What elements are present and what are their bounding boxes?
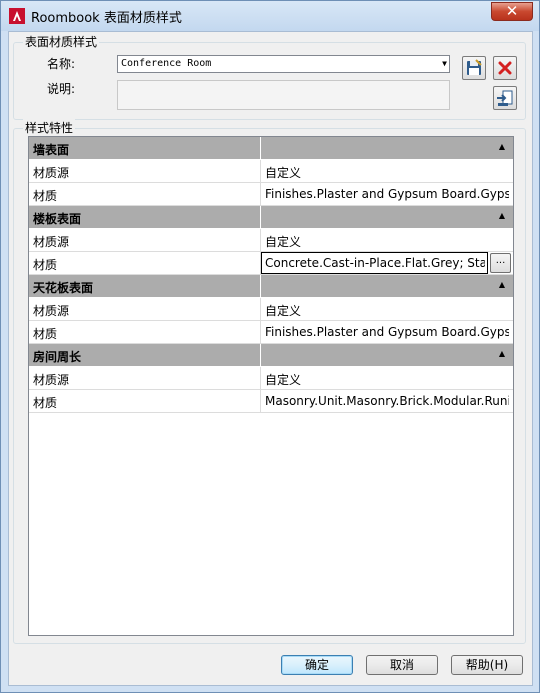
window-title: Roombook 表面材质样式 — [31, 11, 182, 26]
collapse-arrow-icon[interactable]: ▲ — [499, 142, 505, 151]
column-separator — [260, 321, 261, 343]
property-value: Concrete.Cast-in-Place.Flat.Grey; Stand — [265, 256, 485, 270]
autocad-app-icon — [9, 8, 25, 24]
property-name: 材质源 — [33, 373, 70, 387]
category-label: 墙表面 — [33, 143, 70, 157]
style-group-label: 表面材质样式 — [23, 33, 100, 50]
description-label: 说明: — [47, 82, 76, 96]
column-separator — [260, 206, 261, 228]
column-separator — [260, 183, 261, 205]
property-name: 材质源 — [33, 304, 70, 318]
column-separator — [260, 344, 261, 366]
column-separator — [260, 137, 261, 159]
property-row[interactable]: 材质源 自定义 — [29, 298, 513, 321]
property-value[interactable]: 自定义 — [265, 371, 509, 388]
category-row[interactable]: 房间周长 ▲ — [29, 344, 513, 367]
dialog-body: 表面材质样式 名称: Conference Room ▼ 说明: 样式特性 墙表… — [8, 31, 533, 686]
style-name-value: Conference Room — [121, 58, 212, 69]
category-label: 楼板表面 — [33, 212, 82, 226]
category-row[interactable]: 天花板表面 ▲ — [29, 275, 513, 298]
property-row[interactable]: 材质源 自定义 — [29, 229, 513, 252]
delete-icon — [498, 61, 512, 75]
property-row[interactable]: 材质 Finishes.Plaster and Gypsum Board.Gyps… — [29, 321, 513, 344]
property-value[interactable]: Masonry.Unit.Masonry.Brick.Modular.Runi — [265, 394, 509, 408]
property-name: 材质 — [33, 258, 58, 272]
category-row[interactable]: 墙表面 ▲ — [29, 137, 513, 160]
property-value[interactable]: 自定义 — [265, 302, 509, 319]
dialog-window: Roombook 表面材质样式 ✕ 表面材质样式 名称: Conference … — [0, 0, 540, 693]
save-style-button[interactable] — [462, 56, 486, 80]
close-icon: ✕ — [505, 2, 519, 20]
property-row[interactable]: 材质 Concrete.Cast-in-Place.Flat.Grey; Stan… — [29, 252, 513, 275]
property-value[interactable]: Finishes.Plaster and Gypsum Board.Gypsu — [265, 187, 509, 201]
property-grid[interactable]: 墙表面 ▲ 材质源 自定义 材质 Finishes.Plaster and Gypsum … — [28, 136, 514, 636]
column-separator — [260, 367, 261, 389]
material-edit-field[interactable]: Concrete.Cast-in-Place.Flat.Grey; Stand — [261, 252, 488, 274]
browse-button[interactable]: ... — [490, 253, 511, 273]
cancel-button[interactable]: 取消 — [366, 655, 438, 675]
close-button[interactable]: ✕ — [491, 2, 533, 21]
column-separator — [260, 390, 261, 412]
style-name-dropdown[interactable]: Conference Room ▼ — [117, 55, 450, 73]
collapse-arrow-icon[interactable]: ▲ — [499, 211, 505, 220]
help-button[interactable]: 帮助(H) — [451, 655, 523, 675]
title-bar[interactable]: Roombook 表面材质样式 ✕ — [1, 1, 539, 31]
property-row[interactable]: 材质源 自定义 — [29, 160, 513, 183]
description-field[interactable] — [117, 80, 450, 110]
property-value[interactable]: 自定义 — [265, 164, 509, 181]
import-style-button[interactable] — [493, 86, 517, 110]
category-label: 天花板表面 — [33, 281, 94, 295]
property-name: 材质源 — [33, 166, 70, 180]
category-label: 房间周长 — [33, 350, 82, 364]
properties-group-label: 样式特性 — [23, 119, 76, 136]
column-separator — [260, 160, 261, 182]
ok-button[interactable]: 确定 — [281, 655, 353, 675]
collapse-arrow-icon[interactable]: ▲ — [499, 280, 505, 289]
column-separator — [260, 275, 261, 297]
delete-style-button[interactable] — [493, 56, 517, 80]
save-icon — [467, 59, 482, 75]
category-row[interactable]: 楼板表面 ▲ — [29, 206, 513, 229]
column-separator — [260, 298, 261, 320]
name-label: 名称: — [47, 57, 76, 71]
property-name: 材质 — [33, 327, 58, 341]
property-name: 材质源 — [33, 235, 70, 249]
property-row[interactable]: 材质 Masonry.Unit.Masonry.Brick.Modular.Run… — [29, 390, 513, 413]
chevron-down-icon: ▼ — [442, 59, 447, 68]
property-row[interactable]: 材质 Finishes.Plaster and Gypsum Board.Gyps… — [29, 183, 513, 206]
collapse-arrow-icon[interactable]: ▲ — [499, 349, 505, 358]
property-value[interactable]: 自定义 — [265, 233, 509, 250]
property-row[interactable]: 材质源 自定义 — [29, 367, 513, 390]
import-icon — [497, 90, 513, 106]
column-separator — [260, 229, 261, 251]
property-name: 材质 — [33, 396, 58, 410]
property-value[interactable]: Finishes.Plaster and Gypsum Board.Gypsu — [265, 325, 509, 339]
property-name: 材质 — [33, 189, 58, 203]
